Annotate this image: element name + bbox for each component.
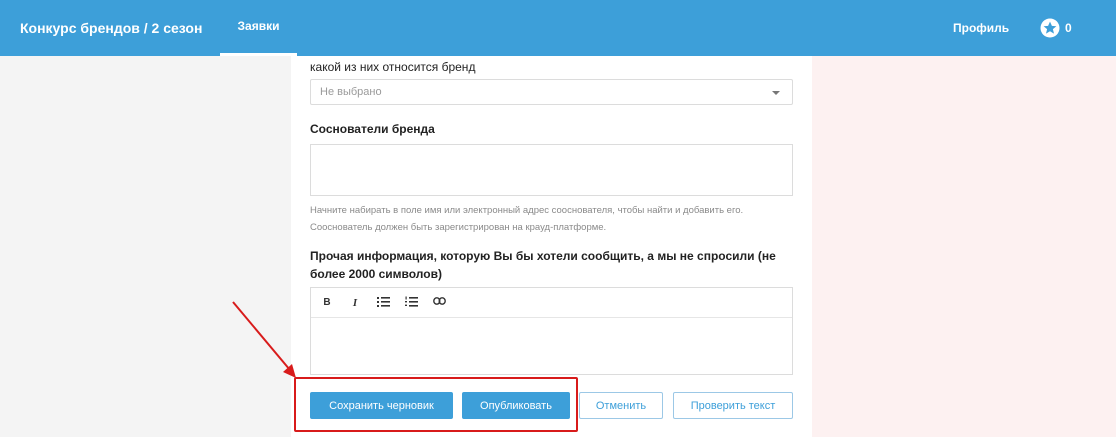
industry-select-value: Не выбрано [320,86,382,98]
cofounders-input[interactable] [310,144,793,196]
bullet-list-button[interactable] [376,295,390,311]
stars-counter[interactable]: 0 [1040,17,1072,39]
star-icon [1040,18,1060,38]
check-text-button[interactable]: Проверить текст [673,392,793,419]
link-button[interactable] [432,295,446,311]
tab-applications[interactable]: Заявки [220,0,297,56]
stars-count: 0 [1065,21,1072,35]
profile-link[interactable]: Профиль [953,0,1009,56]
other-info-label: Прочая информация, которую Вы бы хотели … [310,249,776,281]
bullet-list-icon [376,296,390,310]
annotation-highlight-box [294,377,578,432]
industry-label: какой из них относится бренд [310,60,476,74]
numbered-list-icon [404,296,418,310]
cancel-button[interactable]: Отменить [579,392,663,419]
cofounders-label: Соснователи бренда [310,122,435,136]
brand-title[interactable]: Конкурс брендов / 2 сезон [20,0,202,56]
cofounders-help-text: Начните набирать в поле имя или электрон… [310,205,744,233]
editor-toolbar: B I [311,288,792,318]
page-background-right [812,0,1116,437]
other-info-editor: B I [310,287,793,375]
italic-button[interactable]: I [348,295,362,311]
link-icon [432,297,446,308]
active-tab-underline [220,53,297,56]
numbered-list-button[interactable] [404,295,418,311]
bold-button[interactable]: B [320,295,334,311]
tab-applications-label: Заявки [237,19,280,33]
other-info-textarea[interactable] [311,319,792,374]
chevron-down-icon [772,91,780,95]
annotation-arrow-icon [232,301,296,378]
top-navbar: Конкурс брендов / 2 сезон Заявки Профиль… [0,0,1116,56]
industry-select[interactable]: Не выбрано [310,79,793,105]
